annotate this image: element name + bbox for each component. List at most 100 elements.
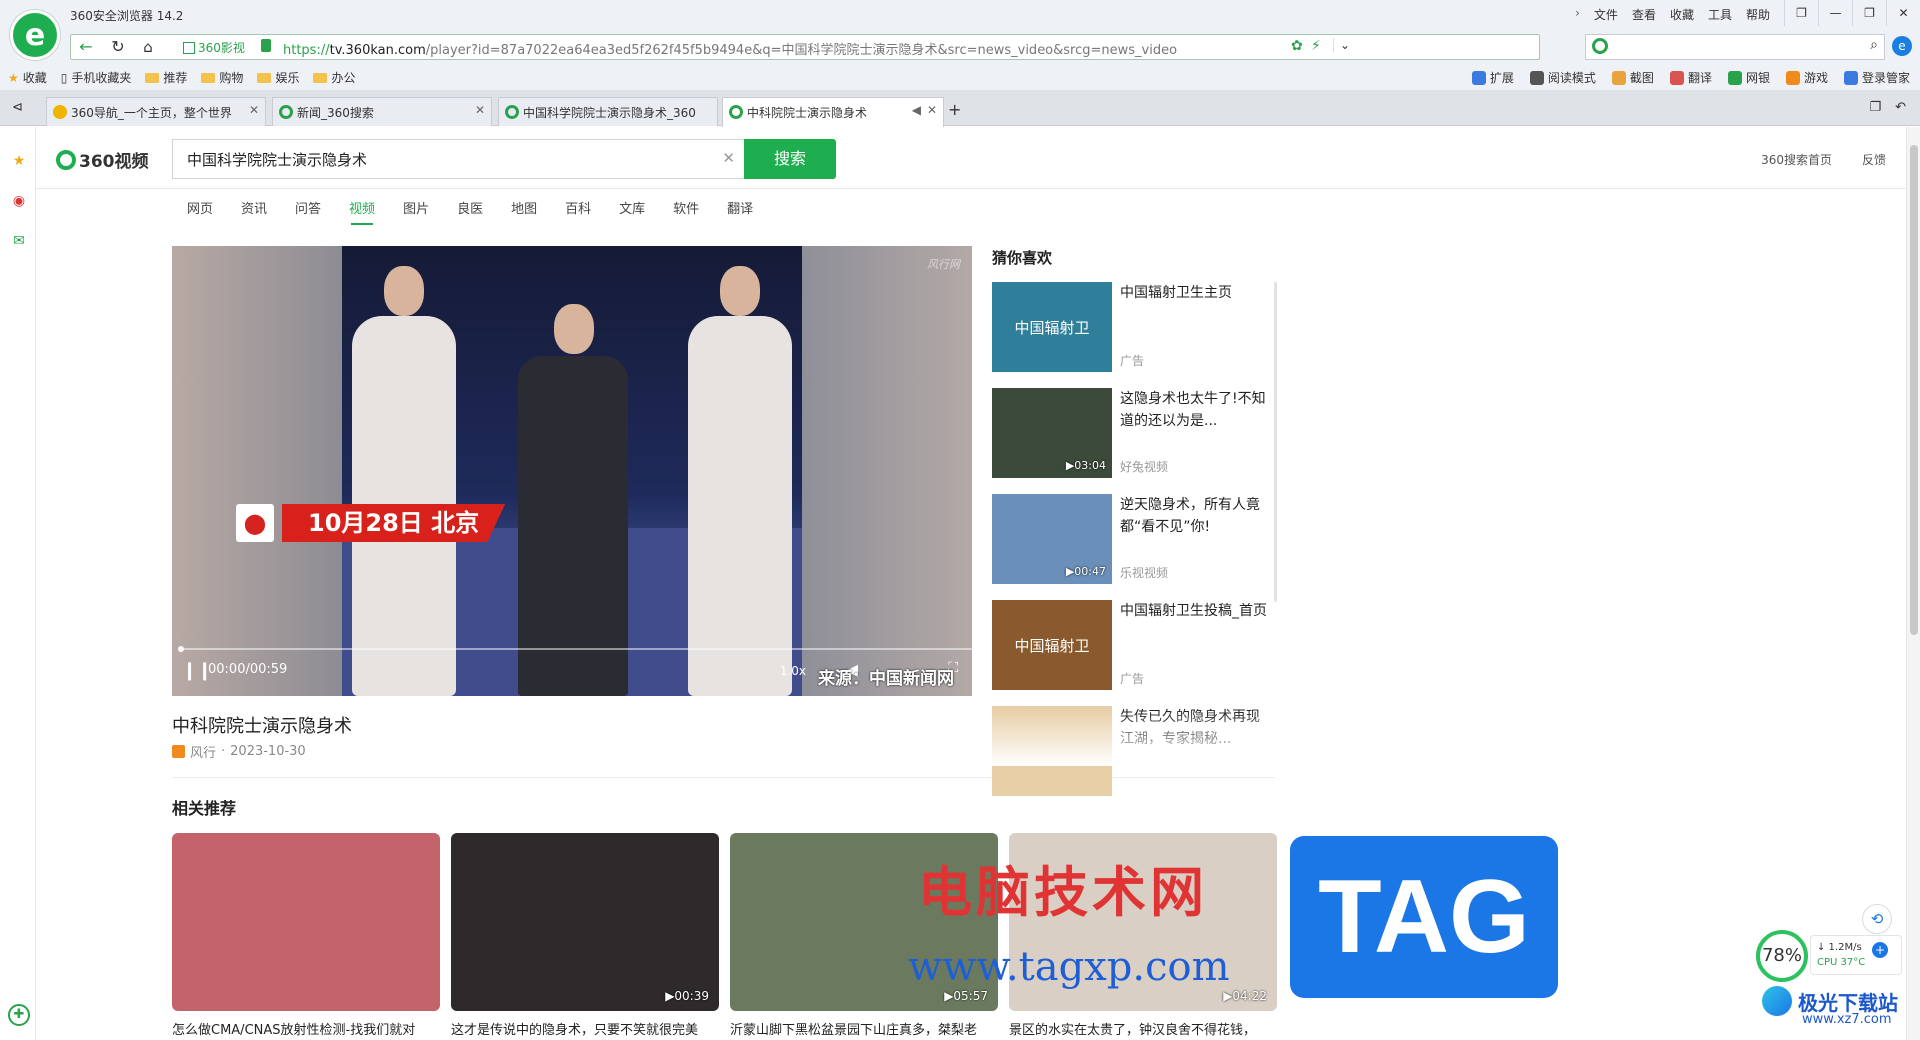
feedback-link[interactable]: 反馈 [1862, 151, 1886, 168]
guess-item[interactable]: ▶03:04 这隐身术也太牛了!不知道的还以为是... 好兔视频 [992, 388, 1274, 494]
skin-button[interactable]: ❐ [1784, 0, 1818, 26]
tab-library[interactable]: 文库 [619, 198, 645, 217]
bookmark-recommend[interactable]: 推荐 [145, 69, 187, 86]
guess-scrollbar[interactable] [1274, 282, 1277, 602]
memory-usage-gauge[interactable]: 78% [1756, 930, 1808, 982]
undo-close-icon[interactable]: ↶ [1895, 100, 1906, 115]
menu-file[interactable]: 文件 [1594, 6, 1618, 23]
tab-map[interactable]: 地图 [511, 198, 537, 217]
floating-assistant-icon[interactable]: ⟲ [1862, 904, 1892, 934]
games-button[interactable]: 游戏 [1785, 69, 1828, 86]
clear-query-icon[interactable]: ✕ [722, 149, 735, 167]
playback-speed[interactable]: 1.0x [780, 664, 806, 678]
related-title-text[interactable]: 这才是传说中的隐身术，只要不笑就很完美 [451, 1019, 719, 1038]
maximize-button[interactable]: ❐ [1852, 0, 1886, 26]
site-logo[interactable]: 360视频 [56, 147, 149, 172]
browser-search-box[interactable]: ⌕ [1585, 34, 1885, 60]
tab-translate[interactable]: 翻译 [727, 198, 753, 217]
extensions-button[interactable]: 扩展 [1471, 69, 1514, 86]
performance-panel[interactable]: ↓ 1.2M/s CPU 37°C [1810, 935, 1902, 975]
video-player[interactable]: 风行网 ⬤ 10月28日 北京 ❙❙ 00:00/00:59 1.0x ◀ 来源… [172, 246, 972, 696]
favorites-star-icon[interactable]: ★ [10, 153, 28, 171]
video-progress-bar[interactable] [178, 646, 972, 652]
guess-item[interactable]: 中国辐射卫 中国辐射卫生主页 广告 [992, 282, 1274, 388]
related-title-text[interactable]: 景区的水实在太贵了，钟汉良舍不得花钱， [1009, 1019, 1277, 1038]
search-button[interactable]: 搜索 [744, 139, 836, 179]
related-title-text[interactable]: 沂蒙山脚下黑松盆景园下山庄真多，桀梨老 [730, 1019, 998, 1038]
guess-thumbnail[interactable]: 中国辐射卫 [992, 282, 1112, 372]
bookmark-mobile[interactable]: ▯ 手机收藏夹 [61, 69, 132, 86]
bookmark-favorites[interactable]: ★ 收藏 [8, 69, 47, 86]
tab-cas-search[interactable]: 中国科学院院士演示隐身术_360 [498, 97, 718, 126]
video-source[interactable]: 风行 [190, 742, 216, 761]
search-home-link[interactable]: 360搜索首页 [1761, 151, 1832, 168]
tab-news-search[interactable]: 新闻_360搜索 ✕ [272, 97, 492, 126]
close-tab-icon[interactable]: ✕ [927, 103, 937, 117]
video-title[interactable]: 中科院院士演示隐身术 [172, 712, 352, 738]
translate-button[interactable]: 翻译 [1669, 69, 1712, 86]
guess-item[interactable]: ▶00:47 逆天隐身术，所有人竟都“看不见”你! 乐视视频 [992, 494, 1274, 600]
speed-mode-icon[interactable]: ⚡ [1311, 38, 1321, 54]
security-shield-icon[interactable]: ✿ [1291, 38, 1303, 54]
related-card[interactable]: ▶00:39 这才是传说中的隐身术，只要不笑就很完美 [451, 833, 719, 1038]
search-icon[interactable]: ⌕ [1870, 37, 1878, 53]
menu-tools[interactable]: 工具 [1708, 6, 1732, 23]
guess-item-title[interactable]: 中国辐射卫生投稿_首页 [1120, 600, 1270, 622]
tab-images[interactable]: 图片 [403, 198, 429, 217]
tab-list-toggle-icon[interactable]: ⊲ [12, 100, 23, 115]
home-icon[interactable]: ⌂ [137, 37, 159, 57]
scrollbar-thumb[interactable] [1910, 145, 1918, 635]
related-thumbnail[interactable]: ▶00:39 [451, 833, 719, 1011]
menu-help[interactable]: 帮助 [1746, 6, 1770, 23]
close-tab-icon[interactable]: ✕ [475, 103, 485, 117]
browser-logo-icon[interactable]: e [10, 10, 60, 60]
guess-item-title[interactable]: 逆天隐身术，所有人竟都“看不见”你! [1120, 494, 1270, 538]
site-badge[interactable]: 360影视 [183, 39, 245, 56]
guess-item-title[interactable]: 中国辐射卫生主页 [1120, 282, 1270, 304]
related-title-text[interactable]: 怎么做CMA/CNAS放射性检测-找我们就对 [172, 1019, 440, 1038]
tab-current-video[interactable]: 中科院院士演示隐身术 ◀ ✕ [722, 97, 944, 127]
tab-software[interactable]: 软件 [673, 198, 699, 217]
online-banking-button[interactable]: 网银 [1727, 69, 1770, 86]
tab-baike[interactable]: 百科 [565, 198, 591, 217]
accelerate-plus-icon[interactable]: + [1872, 942, 1888, 958]
tab-news[interactable]: 资讯 [241, 198, 267, 217]
fullscreen-icon[interactable]: ⛶ [948, 660, 958, 676]
page-scrollbar[interactable] [1906, 127, 1920, 1040]
address-bar[interactable]: ← ↻ ⌂ 360影视 https://tv.360kan.com/player… [70, 34, 1540, 60]
lock-icon[interactable] [261, 39, 271, 52]
guess-item[interactable]: 中国辐射卫 中国辐射卫生投稿_首页 广告 [992, 600, 1274, 706]
related-card[interactable]: 怎么做CMA/CNAS放射性检测-找我们就对 [172, 833, 440, 1038]
minimize-button[interactable]: — [1818, 0, 1852, 26]
tab-doctor[interactable]: 良医 [457, 198, 483, 217]
tab-video[interactable]: 视频 [349, 198, 375, 225]
tab-web[interactable]: 网页 [187, 198, 213, 217]
guess-item-title[interactable]: 这隐身术也太牛了!不知道的还以为是... [1120, 388, 1270, 432]
restore-window-icon[interactable]: ❐ [1869, 100, 1881, 115]
query-text[interactable]: 中国科学院院士演示隐身术 [187, 149, 367, 170]
tab-360-navigation[interactable]: 360导航_一个主页，整个世界 ✕ [46, 97, 266, 126]
related-thumbnail[interactable] [172, 833, 440, 1011]
guess-thumbnail[interactable]: ▶03:04 [992, 388, 1112, 478]
menu-view[interactable]: 查看 [1632, 6, 1656, 23]
sidebar-add-icon[interactable]: ✚ [8, 1004, 30, 1026]
reading-mode-button[interactable]: 阅读模式 [1529, 69, 1596, 86]
menu-chevron-icon[interactable]: › [1575, 6, 1580, 23]
url-text[interactable]: https://tv.360kan.com/player?id=87a7022e… [283, 39, 1293, 58]
guess-thumbnail[interactable]: 中国辐射卫 [992, 600, 1112, 690]
tab-qa[interactable]: 问答 [295, 198, 321, 217]
close-window-button[interactable]: ✕ [1886, 0, 1920, 26]
refresh-icon[interactable]: ↻ [107, 37, 129, 57]
mail-icon[interactable]: ✉ [10, 233, 28, 251]
menu-favorites[interactable]: 收藏 [1670, 6, 1694, 23]
back-arrow-icon[interactable]: ← [75, 37, 97, 57]
new-tab-button[interactable]: + [948, 100, 961, 119]
guess-thumbnail[interactable]: ▶00:47 [992, 494, 1112, 584]
close-tab-icon[interactable]: ✕ [249, 103, 259, 117]
bookmark-office[interactable]: 办公 [313, 69, 355, 86]
compat-mode-icon[interactable]: e [1892, 36, 1912, 56]
weibo-icon[interactable]: ◉ [10, 193, 28, 211]
bookmark-entertainment[interactable]: 娱乐 [257, 69, 299, 86]
search-engine-icon[interactable] [1592, 38, 1608, 54]
progress-handle[interactable] [178, 646, 184, 652]
